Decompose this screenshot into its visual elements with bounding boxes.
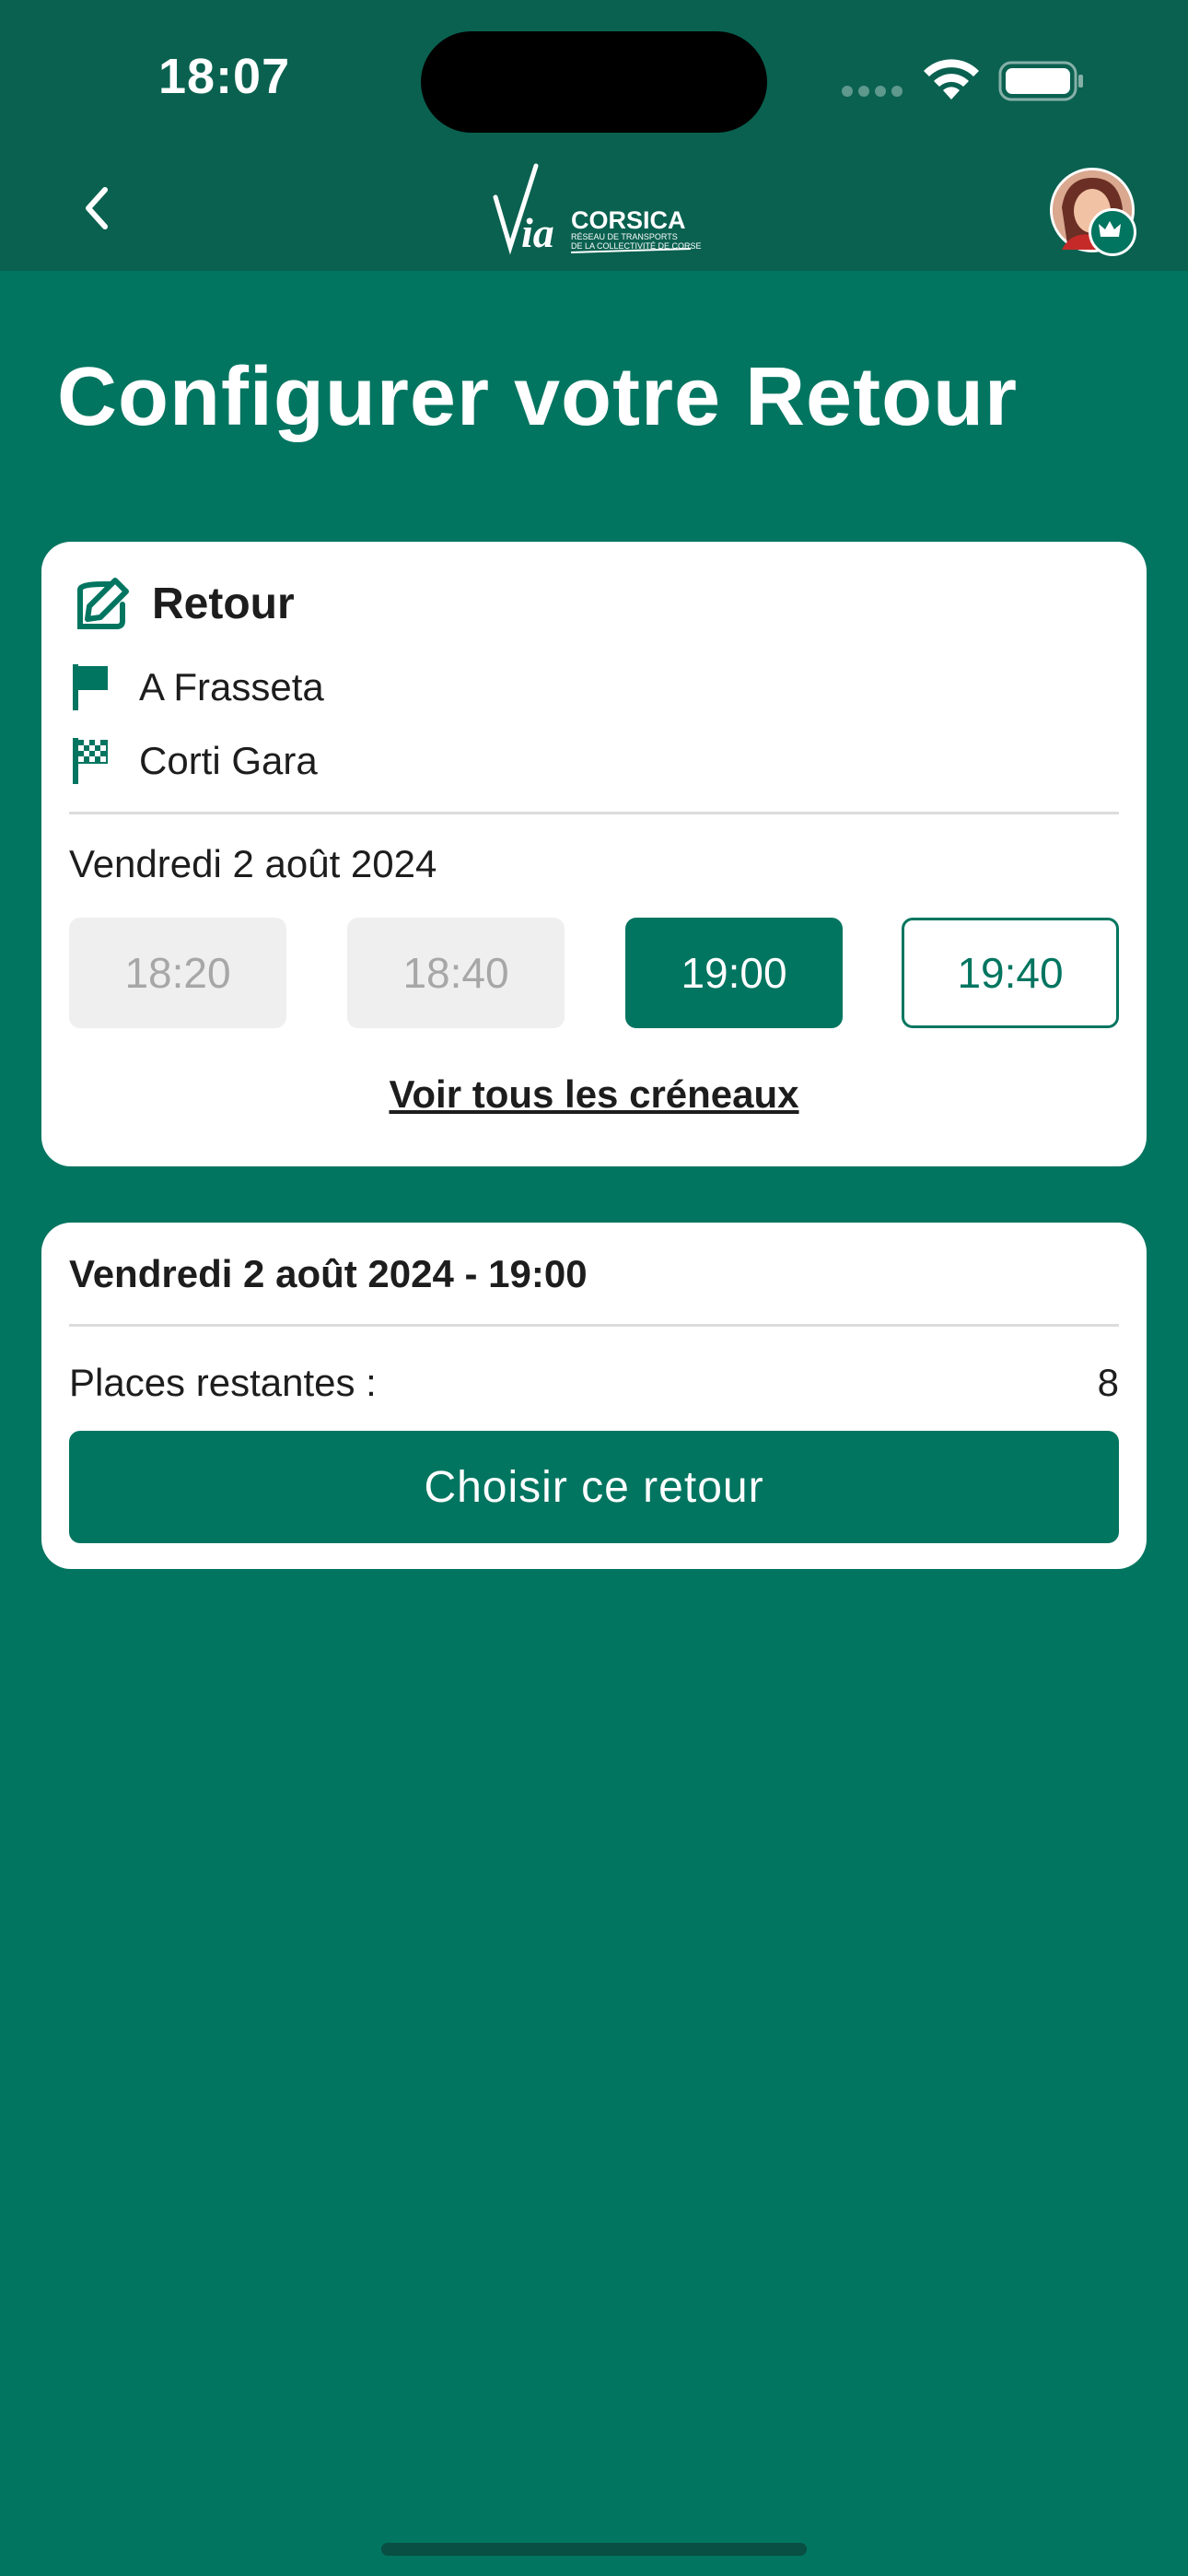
time-slot-1940[interactable]: 19:40 bbox=[902, 918, 1119, 1028]
flag-icon bbox=[73, 664, 108, 710]
wifi-icon bbox=[924, 59, 979, 100]
trip-card: Retour A Frasseta Corti Gara Vendredi 2 … bbox=[41, 542, 1147, 1166]
battery-icon bbox=[998, 61, 1083, 101]
top-bar: 18:07 ia CORSICA RÉSEAU DE TRANSPORTS DE… bbox=[0, 0, 1188, 271]
departure-stop: A Frasseta bbox=[71, 660, 324, 715]
dynamic-island bbox=[421, 31, 767, 133]
arrival-label: Corti Gara bbox=[139, 739, 318, 782]
summary-title: Vendredi 2 août 2024 - 19:00 bbox=[69, 1252, 588, 1295]
time-slot-1840[interactable]: 18:40 bbox=[347, 918, 565, 1028]
summary-card: Vendredi 2 août 2024 - 19:00 Places rest… bbox=[41, 1223, 1147, 1569]
trip-heading[interactable]: Retour bbox=[73, 571, 295, 636]
trip-date: Vendredi 2 août 2024 bbox=[69, 842, 437, 885]
see-all-slots-link[interactable]: Voir tous les créneaux bbox=[41, 1072, 1147, 1117]
places-remaining-label: Places restantes : bbox=[69, 1361, 377, 1404]
svg-text:ia: ia bbox=[521, 209, 554, 256]
checkered-flag-icon bbox=[73, 738, 108, 784]
divider bbox=[69, 812, 1119, 814]
time-slot-1820[interactable]: 18:20 bbox=[69, 918, 286, 1028]
svg-text:RÉSEAU DE TRANSPORTS: RÉSEAU DE TRANSPORTS bbox=[571, 232, 678, 241]
back-chevron-icon[interactable] bbox=[74, 181, 120, 236]
svg-text:CORSICA: CORSICA bbox=[571, 206, 686, 234]
cellular-signal-icon bbox=[842, 85, 908, 101]
choose-return-button[interactable]: Choisir ce retour bbox=[69, 1431, 1119, 1543]
time-slot-1900[interactable]: 19:00 bbox=[625, 918, 843, 1028]
trip-heading-label: Retour bbox=[152, 579, 295, 628]
premium-crown-icon bbox=[1089, 208, 1136, 256]
divider bbox=[69, 1324, 1119, 1327]
home-indicator[interactable] bbox=[381, 2543, 807, 2556]
via-corsica-logo: ia CORSICA RÉSEAU DE TRANSPORTS DE LA CO… bbox=[490, 157, 702, 256]
edit-icon[interactable] bbox=[73, 573, 134, 634]
status-time: 18:07 bbox=[158, 49, 291, 104]
places-remaining-value: 8 bbox=[1097, 1361, 1119, 1404]
arrival-stop: Corti Gara bbox=[71, 733, 318, 789]
departure-label: A Frasseta bbox=[139, 665, 324, 708]
page-title: Configurer votre Retour bbox=[57, 351, 1019, 443]
